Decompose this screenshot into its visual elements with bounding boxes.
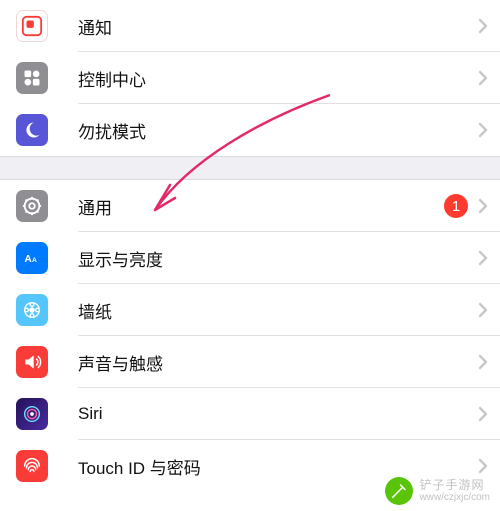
- display-brightness-icon: AA: [16, 242, 48, 274]
- label-notifications: 通知: [78, 14, 478, 39]
- watermark-text-2: www/czjxjc/com: [419, 492, 490, 503]
- label-general: 通用: [78, 194, 444, 219]
- label-control-center: 控制中心: [78, 66, 478, 91]
- svg-text:A: A: [32, 257, 37, 264]
- label-sounds-haptics: 声音与触感: [78, 350, 478, 375]
- label-do-not-disturb: 勿扰模式: [78, 118, 478, 143]
- chevron-icon: [478, 354, 488, 370]
- chevron-icon: [478, 122, 488, 138]
- fingerprint-icon: [16, 450, 48, 482]
- gear-icon: [16, 190, 48, 222]
- chevron-icon: [478, 406, 488, 422]
- chevron-icon: [478, 250, 488, 266]
- label-siri: Siri: [78, 404, 478, 424]
- row-display-brightness[interactable]: AA 显示与亮度: [0, 232, 500, 284]
- label-touch-id: Touch ID 与密码: [78, 454, 478, 479]
- section-gap: [0, 156, 500, 180]
- notification-badge: 1: [444, 194, 468, 218]
- row-siri[interactable]: Siri: [0, 388, 500, 440]
- settings-screen: 通知 控制中心 勿扰模式 通用 1: [0, 0, 500, 511]
- label-display-brightness: 显示与亮度: [78, 246, 478, 271]
- row-notifications[interactable]: 通知: [0, 0, 500, 52]
- watermark-text-1: 铲子手游网: [419, 479, 490, 492]
- label-wallpaper: 墙纸: [78, 298, 478, 323]
- chevron-icon: [478, 198, 488, 214]
- row-wallpaper[interactable]: 墙纸: [0, 284, 500, 336]
- wallpaper-icon: [16, 294, 48, 326]
- row-sounds-haptics[interactable]: 声音与触感: [0, 336, 500, 388]
- speaker-icon: [16, 346, 48, 378]
- row-general[interactable]: 通用 1: [0, 180, 500, 232]
- chevron-icon: [478, 302, 488, 318]
- siri-icon: [16, 398, 48, 430]
- chevron-icon: [478, 70, 488, 86]
- svg-text:A: A: [25, 254, 32, 265]
- chevron-icon: [478, 458, 488, 474]
- watermark: 铲子手游网 www/czjxjc/com: [385, 477, 490, 505]
- chevron-icon: [478, 18, 488, 34]
- shovel-logo-icon: [385, 477, 413, 505]
- control-center-icon: [16, 62, 48, 94]
- moon-icon: [16, 114, 48, 146]
- row-do-not-disturb[interactable]: 勿扰模式: [0, 104, 500, 156]
- notifications-icon: [16, 10, 48, 42]
- row-control-center[interactable]: 控制中心: [0, 52, 500, 104]
